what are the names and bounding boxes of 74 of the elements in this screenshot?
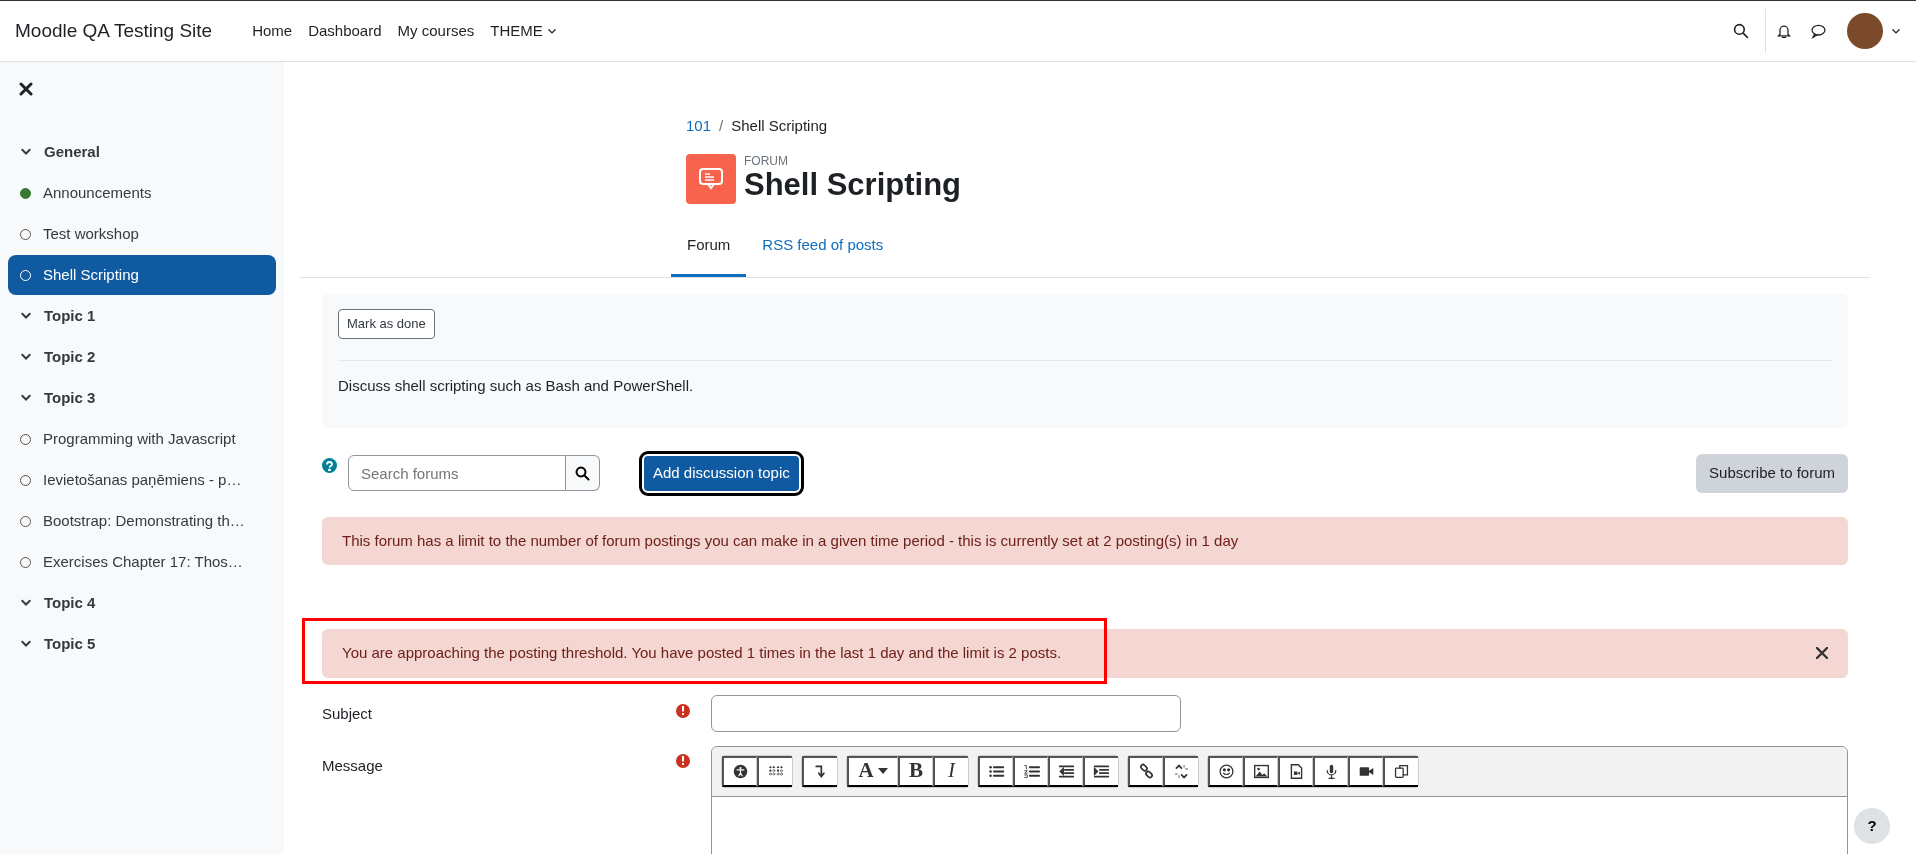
- site-name[interactable]: Moodle QA Testing Site: [15, 16, 213, 46]
- search-icon[interactable]: [1733, 23, 1749, 39]
- activity-link[interactable]: Exercises Chapter 17: Thos…: [8, 542, 276, 582]
- toolbar-button[interactable]: [1208, 755, 1243, 787]
- activity-link[interactable]: Ievietošanas paņēmiens - p…: [8, 460, 276, 500]
- breadcrumb-link[interactable]: 101: [686, 115, 712, 138]
- field-label: Subject: [322, 703, 373, 724]
- activity-type: FORUM: [744, 154, 789, 167]
- nav-link[interactable]: Home: [244, 19, 301, 43]
- close-icon[interactable]: [1816, 647, 1828, 660]
- image-icon: [1252, 762, 1270, 780]
- nav-link[interactable]: THEME: [482, 19, 565, 43]
- link-icon: [1137, 762, 1155, 780]
- copy-icon: [1393, 762, 1410, 780]
- help-icon[interactable]: [322, 458, 337, 473]
- section-heading[interactable]: Topic 2: [8, 337, 276, 377]
- section-heading[interactable]: Topic 5: [8, 624, 276, 664]
- toolbar-button[interactable]: [1313, 755, 1348, 787]
- toolbar-button[interactable]: [1163, 755, 1198, 787]
- caret-icon: [877, 768, 888, 774]
- page-title: Shell Scripting: [744, 166, 962, 203]
- search-field[interactable]: Search forums: [348, 455, 566, 492]
- numbered-list-icon: [1022, 762, 1040, 780]
- alert-message: You are approaching the posting threshold. You have posted 1 times in the last 1 day and the limit is 2 posts.: [342, 643, 1062, 663]
- mark-as-done-button[interactable]: Mark as done: [338, 309, 435, 339]
- help-button[interactable]: ?: [1854, 808, 1890, 844]
- toolbar-button[interactable]: [1348, 755, 1383, 787]
- section-heading[interactable]: General: [8, 132, 276, 172]
- toolbar-button[interactable]: [802, 755, 837, 787]
- subject-field[interactable]: [711, 694, 1181, 732]
- forum-icon: [686, 153, 736, 204]
- toolbar-button[interactable]: [978, 755, 1013, 787]
- activity-link[interactable]: Test workshop: [8, 214, 276, 254]
- subscribe-button[interactable]: Subscribe to forum: [1696, 454, 1848, 493]
- message-editor[interactable]: A B I: [711, 745, 1848, 854]
- toolbar-button[interactable]: [1083, 755, 1118, 787]
- nav-link[interactable]: Dashboard: [300, 19, 390, 43]
- section-heading[interactable]: Topic 1: [8, 296, 276, 336]
- caret-icon: [546, 26, 557, 36]
- italic-button[interactable]: I: [933, 755, 968, 787]
- add-discussion-button[interactable]: Add discussion topic: [642, 454, 801, 493]
- toolbar-button[interactable]: [1048, 755, 1083, 787]
- section-heading[interactable]: Topic 3: [8, 378, 276, 418]
- toolbar-button[interactable]: [1128, 755, 1163, 787]
- caret-icon[interactable]: [1891, 26, 1901, 36]
- tab[interactable]: Forum: [671, 221, 747, 277]
- bold-button[interactable]: B: [898, 755, 933, 787]
- alert-message: This forum has a limit to the number of forum postings you can make in a given time period - this is currently set at 2 posting(s) in 1 day: [342, 530, 1239, 551]
- toolbar-button[interactable]: [757, 755, 792, 787]
- breadcrumb-current: Shell Scripting: [731, 116, 828, 136]
- activity-link[interactable]: Bootstrap: Demonstrating th…: [8, 501, 276, 541]
- toolbar-button[interactable]: [1243, 755, 1278, 787]
- tab[interactable]: RSS feed of posts: [746, 221, 900, 277]
- activity-link[interactable]: Announcements: [8, 173, 276, 213]
- breadcrumb-separator: /: [719, 116, 724, 136]
- forum-description: Discuss shell scripting such as Bash and PowerShell.: [338, 375, 695, 396]
- avatar[interactable]: [1847, 13, 1883, 49]
- speech-bubble-icon[interactable]: [1810, 23, 1827, 39]
- search-button[interactable]: [566, 455, 600, 492]
- toolbar-button[interactable]: [1278, 755, 1313, 787]
- search-icon: [575, 465, 590, 481]
- toolbar-button[interactable]: [1383, 755, 1418, 787]
- smiley-icon: [1217, 762, 1235, 780]
- activity-link[interactable]: Programming with Javascript: [8, 419, 276, 459]
- close-icon[interactable]: [19, 82, 33, 96]
- section-heading[interactable]: Topic 4: [8, 583, 276, 623]
- nav-link[interactable]: My courses: [389, 19, 483, 43]
- bell-icon[interactable]: [1776, 23, 1792, 39]
- accessibility-icon: [731, 762, 749, 780]
- activity-link[interactable]: Shell Scripting: [8, 255, 276, 295]
- toolbar-button[interactable]: [722, 755, 757, 787]
- font-color-button[interactable]: A: [847, 755, 898, 787]
- field-label: Message: [322, 755, 383, 776]
- toolbar-button[interactable]: [1013, 755, 1048, 787]
